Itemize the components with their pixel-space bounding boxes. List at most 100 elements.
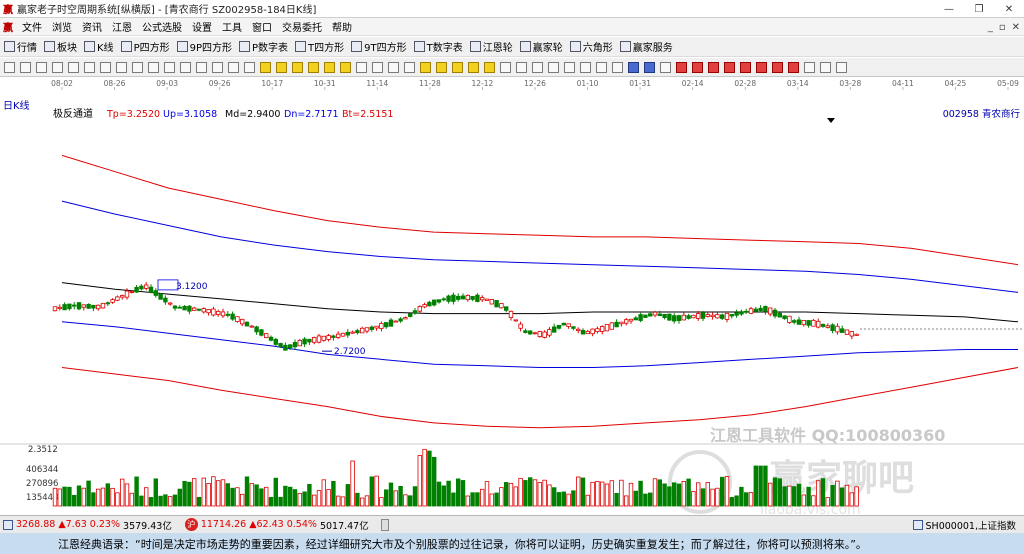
diamond-icon[interactable]	[484, 61, 495, 73]
minimize-button[interactable]: —	[934, 0, 964, 18]
candle-icon[interactable]	[68, 61, 79, 73]
diamond-icon[interactable]	[452, 61, 463, 73]
trend-icon[interactable]	[180, 61, 191, 73]
plus-icon[interactable]	[164, 61, 175, 73]
export-icon[interactable]	[660, 61, 671, 73]
chart-icon[interactable]	[36, 61, 47, 73]
menu-browse[interactable]: 浏览	[47, 19, 77, 34]
bar-icon[interactable]	[116, 61, 127, 73]
menu-window[interactable]: 窗口	[247, 19, 277, 34]
candle-icon[interactable]	[52, 61, 63, 73]
kline-chart[interactable]: 日K线 极反通道 Tp=3.2520 Up=3.1058 Md=2.9400 D…	[0, 96, 1024, 514]
grid-icon[interactable]	[612, 61, 623, 73]
sz-index[interactable]: 11714.26 ▲62.43 0.54% 5017.47亿	[201, 518, 369, 532]
refresh-icon[interactable]	[20, 61, 31, 73]
candle-icon[interactable]	[100, 61, 111, 73]
volume-axis-label-3: 406344	[26, 465, 58, 475]
palette-icon[interactable]	[820, 61, 831, 73]
menu-gann[interactable]: 江恩	[107, 19, 137, 34]
toolbar-winner-wheel-button[interactable]: 赢家轮	[519, 39, 563, 54]
diamond-icon[interactable]	[292, 61, 303, 73]
tool-icon[interactable]	[756, 61, 767, 73]
fan-icon[interactable]	[356, 61, 367, 73]
print-icon[interactable]	[644, 61, 655, 73]
menu-settings[interactable]: 设置	[187, 19, 217, 34]
candle-icon[interactable]	[84, 61, 95, 73]
chart-icon[interactable]	[580, 61, 591, 73]
toolbar-kline-button[interactable]: K线	[84, 39, 114, 54]
toolbar-grid-button[interactable]: 行情	[4, 39, 37, 54]
tool-icon[interactable]	[692, 61, 703, 73]
maximize-button[interactable]: ❐	[964, 0, 994, 18]
diamond-icon[interactable]	[324, 61, 335, 73]
menu-help[interactable]: 帮助	[327, 19, 357, 34]
dropdown-arrow-icon[interactable]	[827, 118, 835, 123]
bar-icon[interactable]	[132, 61, 143, 73]
dollar-icon[interactable]	[4, 61, 15, 73]
menu-file[interactable]: 文件	[17, 19, 47, 34]
fan-icon[interactable]	[372, 61, 383, 73]
menu-formula[interactable]: 公式选股	[137, 19, 187, 34]
text-icon[interactable]	[548, 61, 559, 73]
toolbar-9p-square-button[interactable]: 9P四方形	[176, 39, 232, 54]
toolbar-gann-wheel-button[interactable]: 江恩轮	[469, 39, 513, 54]
close-button[interactable]: ✕	[994, 0, 1024, 18]
candle-down	[720, 314, 725, 319]
candle-down	[460, 295, 466, 300]
diamond-icon[interactable]	[308, 61, 319, 73]
toolbar-t-square-button[interactable]: T四方形	[295, 39, 344, 54]
index-selector[interactable]: SH000001,上证指数	[926, 518, 1016, 532]
toolbar-p-square-button[interactable]: P四方形	[120, 39, 170, 54]
toolbar-9t-square-button[interactable]: 9T四方形	[351, 39, 407, 54]
tool-icon[interactable]	[724, 61, 735, 73]
tool-icon[interactable]	[676, 61, 687, 73]
cross-icon[interactable]	[516, 61, 527, 73]
candle-down	[556, 324, 562, 329]
volume-bar	[604, 483, 610, 507]
menu-info[interactable]: 资讯	[77, 19, 107, 34]
tool-icon[interactable]	[772, 61, 783, 73]
volume-bar	[143, 487, 149, 507]
toolbar-p-table-button[interactable]: P数字表	[239, 39, 288, 54]
start-icon[interactable]	[196, 61, 207, 73]
menu-tools[interactable]: 工具	[217, 19, 247, 34]
high-marker-box	[157, 279, 179, 291]
diamond-icon[interactable]	[340, 61, 351, 73]
toolbar-blocks-button[interactable]: 板块	[44, 39, 77, 54]
tool-icon[interactable]	[788, 61, 799, 73]
diamond-icon[interactable]	[276, 61, 287, 73]
image-icon[interactable]	[564, 61, 575, 73]
hand-icon[interactable]	[500, 61, 511, 73]
tool-icon[interactable]	[740, 61, 751, 73]
back-icon[interactable]	[228, 61, 239, 73]
scroll-left-button[interactable]	[380, 518, 389, 531]
fan-icon[interactable]	[404, 61, 415, 73]
mdi-minimize-button[interactable]: _	[988, 22, 993, 33]
volume-bar	[662, 483, 667, 507]
forward-icon[interactable]	[244, 61, 255, 73]
prev-icon[interactable]	[212, 61, 223, 73]
candle-down	[331, 335, 336, 338]
bar-icon[interactable]	[148, 61, 159, 73]
tool-icon[interactable]	[708, 61, 719, 73]
grid-icon[interactable]	[804, 61, 815, 73]
sh-index[interactable]: 3268.88 ▲7.63 0.23% 3579.43亿	[16, 518, 172, 532]
toolbar-t-table-button[interactable]: T数字表	[413, 39, 463, 54]
doc-icon[interactable]	[596, 61, 607, 73]
mdi-close-button[interactable]: ✕	[1012, 22, 1020, 33]
diamond-icon[interactable]	[420, 61, 431, 73]
diamond-icon[interactable]	[468, 61, 479, 73]
fan-icon[interactable]	[388, 61, 399, 73]
line-icon[interactable]	[532, 61, 543, 73]
candle-down	[792, 320, 797, 323]
volume-bar	[417, 455, 422, 507]
mdi-restore-button[interactable]: ▫	[999, 22, 1006, 33]
diamond-icon[interactable]	[260, 61, 271, 73]
diamond-icon[interactable]	[436, 61, 447, 73]
candle-down	[436, 299, 442, 303]
infinity-icon[interactable]	[836, 61, 847, 73]
menu-trade[interactable]: 交易委托	[277, 19, 327, 34]
save-icon[interactable]	[628, 61, 639, 73]
toolbar-hexagon-button[interactable]: 六角形	[569, 39, 613, 54]
toolbar-service-button[interactable]: 赢家服务	[619, 39, 673, 54]
